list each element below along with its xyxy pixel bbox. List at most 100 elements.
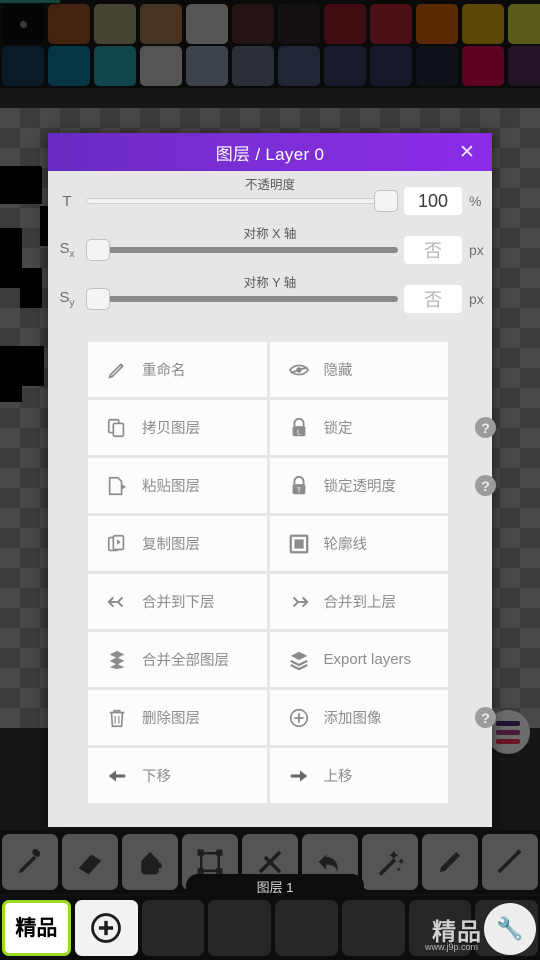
close-icon[interactable]: ✕ — [450, 133, 484, 171]
tool-fill-bucket[interactable] — [122, 834, 178, 890]
palette-swatch[interactable] — [324, 4, 366, 44]
palette-swatch[interactable] — [94, 46, 136, 86]
menu-row: 重命名 隐藏 — [88, 342, 448, 397]
palette-swatch[interactable] — [416, 4, 458, 44]
menu-item-flatten[interactable]: 合并全部图层 — [88, 632, 267, 687]
slider-value-input[interactable]: 否 — [404, 236, 462, 264]
palette-swatch[interactable] — [186, 46, 228, 86]
menu-item-label: 轮廓线 — [323, 537, 368, 553]
palette-swatch[interactable] — [232, 4, 274, 44]
menu-item-merge-up[interactable]: 合并到上层 — [269, 574, 448, 629]
tool-pencil-tool[interactable] — [422, 834, 478, 890]
add-layer-button[interactable] — [74, 900, 138, 956]
palette-swatch[interactable] — [48, 4, 90, 44]
palette-swatch[interactable] — [48, 46, 90, 86]
menu-item-label: Export layers — [323, 651, 412, 668]
menu-item-pencil[interactable]: 重命名 — [88, 342, 267, 397]
menu-item-label: 复制图层 — [142, 537, 200, 553]
menu-item-arrow-left[interactable]: 下移 — [88, 748, 267, 803]
palette-swatch[interactable] — [232, 46, 274, 86]
slider-value-input[interactable]: 100 — [404, 187, 462, 215]
palette-swatch[interactable] — [370, 46, 412, 86]
palette-swatch[interactable] — [140, 46, 182, 86]
palette-swatch[interactable] — [278, 46, 320, 86]
dialog-titlebar: 图层 / Layer 0 ✕ — [48, 133, 492, 171]
layer-slot-empty[interactable] — [408, 900, 472, 956]
duplicate-icon — [106, 533, 128, 555]
menu-item-duplicate[interactable]: 复制图层 — [88, 516, 267, 571]
layer-slot-empty[interactable] — [475, 900, 538, 956]
slider-track-wrap[interactable] — [86, 188, 398, 214]
flatten-icon — [106, 649, 128, 671]
palette-swatch[interactable] — [416, 46, 458, 86]
palette-swatch[interactable] — [370, 4, 412, 44]
palette-swatch[interactable] — [186, 4, 228, 44]
help-icon[interactable]: ? — [475, 475, 496, 496]
slider-track[interactable] — [86, 198, 398, 204]
layer-strip[interactable]: 精品 — [0, 896, 540, 960]
pencil-tool-icon — [435, 847, 465, 877]
palette-row-1[interactable] — [0, 4, 540, 44]
palette-swatch[interactable] — [140, 4, 182, 44]
layer-dialog[interactable]: 图层 / Layer 0 ✕ 不透明度 T 100% 对称 X 轴 Sx 否 px 对称 Y … — [48, 133, 496, 827]
help-icon[interactable]: ? — [475, 707, 496, 728]
menu-row: 拷贝图层 L 锁定? — [88, 400, 496, 455]
slider-unit: % — [469, 193, 482, 209]
palette-swatch[interactable] — [278, 4, 320, 44]
layer-menu-grid[interactable]: 重命名 隐藏 拷贝图层 L 锁定? 粘贴图层 T 锁定透明度? 复制图层 轮廓线 合并到下层 合并到上… — [88, 342, 496, 806]
menu-item-paste[interactable]: 粘贴图层 — [88, 458, 267, 513]
menu-item-add-image[interactable]: 添加图像 — [269, 690, 448, 745]
layer-slot-empty[interactable] — [208, 900, 271, 956]
menu-item-layers[interactable]: Export layers — [269, 632, 448, 687]
magic-wand-icon — [375, 847, 405, 877]
slider-value-input[interactable]: 否 — [404, 285, 462, 313]
tool-eraser[interactable] — [62, 834, 118, 890]
palette-swatch[interactable] — [324, 46, 366, 86]
palette-swatch[interactable] — [94, 4, 136, 44]
tools-icon — [255, 847, 285, 877]
menu-item-label: 锁定透明度 — [323, 479, 397, 495]
menu-row: 粘贴图层 T 锁定透明度? — [88, 458, 496, 513]
color-palette[interactable] — [0, 0, 540, 88]
layer-slot-empty[interactable] — [275, 900, 338, 956]
palette-swatch[interactable] — [462, 46, 504, 86]
slider-track-wrap[interactable] — [86, 237, 398, 263]
palette-swatch[interactable] — [462, 4, 504, 44]
menu-item-trash[interactable]: 删除图层 — [88, 690, 267, 745]
slider-block-2[interactable]: 对称 Y 轴 Sy 否 px — [48, 269, 492, 318]
menu-item-lock[interactable]: L 锁定 — [269, 400, 448, 455]
layer-thumbnail-selected[interactable]: 精品 — [2, 900, 71, 956]
slider-block-1[interactable]: 对称 X 轴 Sx 否 px — [48, 220, 492, 269]
slider-block-0[interactable]: 不透明度 T 100% — [48, 171, 492, 220]
slider-track[interactable] — [86, 296, 398, 302]
tool-eyedropper[interactable] — [2, 834, 58, 890]
merge-up-icon — [288, 591, 310, 613]
slider-track-wrap[interactable] — [86, 286, 398, 312]
help-icon[interactable]: ? — [475, 417, 496, 438]
palette-row-2[interactable] — [0, 46, 540, 86]
palette-swatch[interactable] — [508, 46, 540, 86]
slider-thumb[interactable] — [86, 239, 110, 261]
menu-item-outline[interactable]: 轮廓线 — [269, 516, 448, 571]
menu-item-eye-off[interactable]: 隐藏 — [269, 342, 448, 397]
menu-item-merge-down[interactable]: 合并到下层 — [88, 574, 267, 629]
layer-slot-empty[interactable] — [141, 900, 205, 956]
palette-current-color[interactable] — [2, 4, 44, 44]
menu-row: 下移 上移 — [88, 748, 448, 803]
menu-item-arrow-right[interactable]: 上移 — [269, 748, 448, 803]
tool-pen-tool[interactable] — [482, 834, 538, 890]
menu-item-lock-alpha[interactable]: T 锁定透明度 — [269, 458, 448, 513]
tool-magic-wand[interactable] — [362, 834, 418, 890]
fab-bar — [496, 720, 520, 726]
slider-thumb[interactable] — [374, 190, 398, 212]
menu-item-label: 隐藏 — [323, 363, 353, 379]
palette-swatch[interactable] — [2, 46, 44, 86]
menu-item-copy[interactable]: 拷贝图层 — [88, 400, 267, 455]
layer-slot-empty[interactable] — [341, 900, 405, 956]
palette-swatch[interactable] — [508, 4, 540, 44]
paste-icon — [106, 475, 128, 497]
slider-track[interactable] — [86, 247, 398, 253]
slider-thumb[interactable] — [86, 288, 110, 310]
slider-label: T — [62, 192, 72, 210]
transform-icon — [195, 847, 225, 877]
